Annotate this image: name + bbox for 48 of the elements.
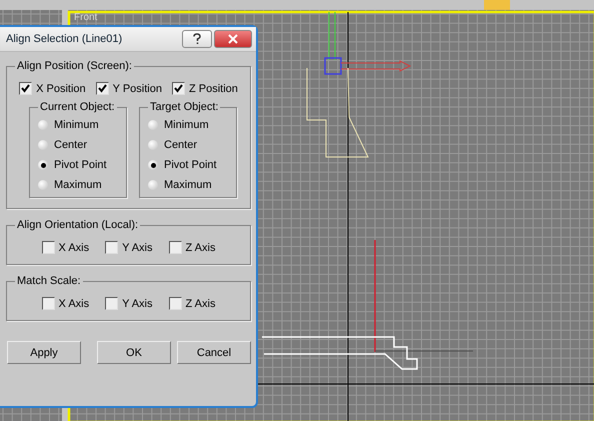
checkbox[interactable] xyxy=(172,82,185,95)
checkbox-label: Y Position xyxy=(112,82,162,94)
close-button[interactable] xyxy=(214,30,252,48)
group-title: Align Position (Screen): xyxy=(16,60,133,72)
group-title: Current Object: xyxy=(39,101,116,113)
radio-button[interactable] xyxy=(148,160,158,170)
radio-label: Pivot Point xyxy=(54,159,107,171)
radio-label: Maximum xyxy=(54,179,102,191)
dialog-button[interactable]: Apply xyxy=(7,341,81,364)
question-mark-icon xyxy=(193,33,201,45)
radio-button[interactable] xyxy=(38,160,48,170)
close-icon xyxy=(228,34,238,44)
radio-label: Center xyxy=(164,139,198,151)
window-title: Align Selection (Line01) xyxy=(6,33,122,45)
checkbox-label: Y Axis xyxy=(122,242,152,254)
checkbox[interactable] xyxy=(168,297,182,310)
checkbox[interactable] xyxy=(42,297,55,310)
checkbox-label: X Position xyxy=(36,82,86,94)
radio-label: Maximum xyxy=(164,179,212,191)
group-title: Align Orientation (Local): xyxy=(16,219,140,231)
help-button[interactable] xyxy=(182,30,212,48)
checkbox-label: X Axis xyxy=(58,298,90,310)
radio-button[interactable] xyxy=(148,120,158,130)
dialog-button[interactable]: Cancel xyxy=(177,341,251,364)
group-title: Match Scale: xyxy=(16,275,82,287)
radio-label: Pivot Point xyxy=(164,159,217,171)
radio-button[interactable] xyxy=(148,140,158,150)
checkbox-label: Z Axis xyxy=(186,242,216,254)
radio-label: Minimum xyxy=(164,119,209,131)
radio-label: Minimum xyxy=(54,119,99,131)
checkbox-label: Z Axis xyxy=(186,298,216,310)
radio-button[interactable] xyxy=(38,120,48,130)
radio-button[interactable] xyxy=(38,140,48,150)
checkbox[interactable] xyxy=(42,241,55,254)
checkbox[interactable] xyxy=(105,241,118,254)
group-title: Target Object: xyxy=(149,101,220,113)
radio-button[interactable] xyxy=(38,180,48,190)
checkbox-label: Y Axis xyxy=(122,298,152,310)
radio-button[interactable] xyxy=(148,180,158,190)
checkbox[interactable] xyxy=(96,82,109,95)
checkbox-label: Z Position xyxy=(188,82,238,94)
checkbox-label: X Axis xyxy=(58,242,90,254)
dialog-button[interactable]: OK xyxy=(97,341,171,364)
checkbox[interactable] xyxy=(168,241,182,254)
checkbox[interactable] xyxy=(105,297,118,310)
radio-label: Center xyxy=(54,139,88,151)
checkbox[interactable] xyxy=(19,82,32,95)
viewport-label: Front xyxy=(74,12,98,23)
